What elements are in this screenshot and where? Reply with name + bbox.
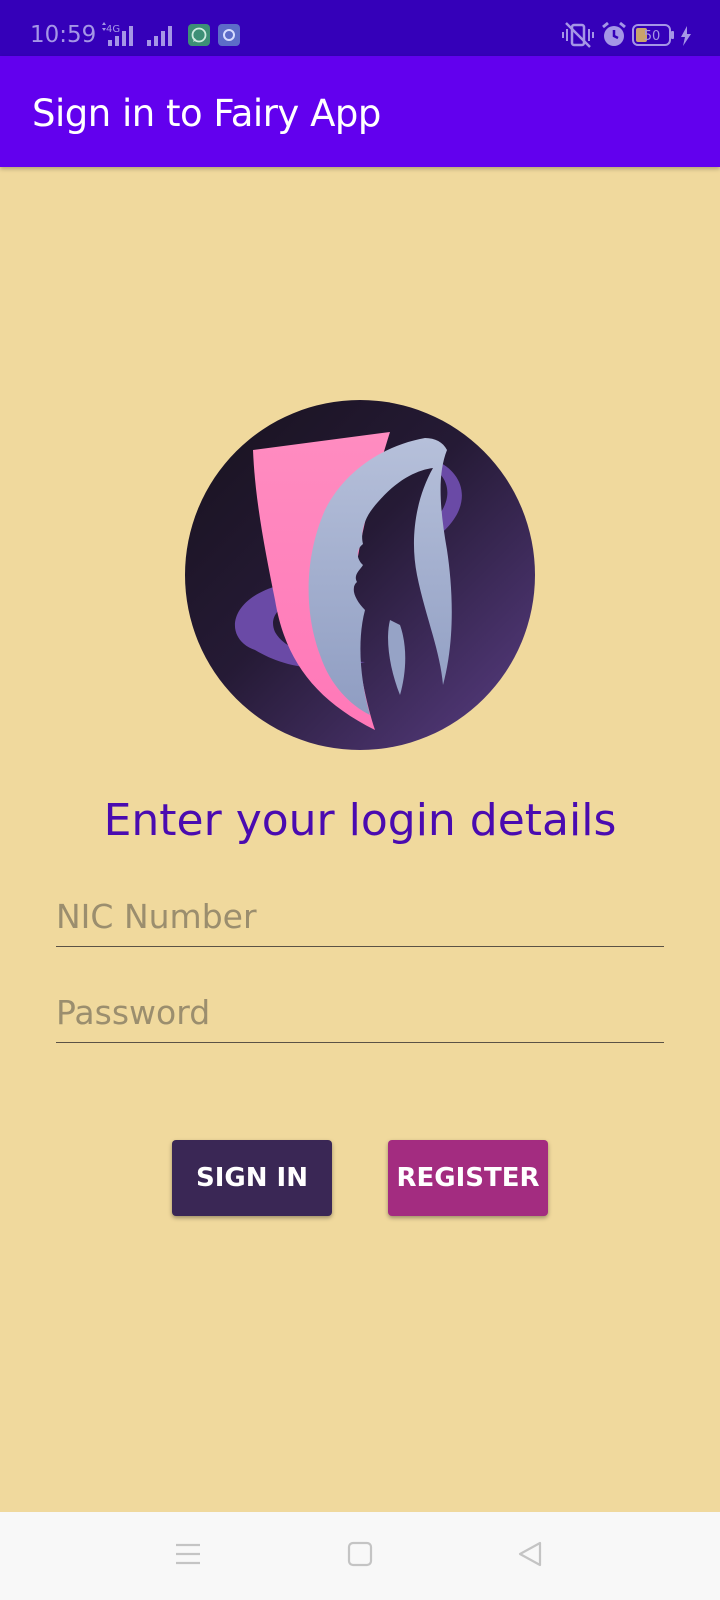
system-nav-bar <box>0 1512 720 1600</box>
sign-in-button[interactable]: SIGN IN <box>172 1140 332 1216</box>
nic-number-field[interactable] <box>56 886 664 947</box>
charging-icon <box>681 26 691 46</box>
nic-number-input[interactable] <box>56 886 664 946</box>
login-heading: Enter your login details <box>103 795 617 846</box>
register-button[interactable]: REGISTER <box>388 1140 548 1216</box>
password-input[interactable] <box>56 982 664 1042</box>
vibrate-silent-icon <box>562 22 594 48</box>
network-label: 4G <box>106 24 120 35</box>
password-field[interactable] <box>56 982 664 1043</box>
back-icon[interactable] <box>516 1540 544 1568</box>
whatsapp-icon <box>188 24 210 46</box>
alarm-icon <box>602 21 626 46</box>
fairy-app-logo <box>185 400 535 750</box>
signal-icon <box>147 26 172 46</box>
app-title: Sign in to Fairy App <box>32 92 381 135</box>
home-icon[interactable] <box>346 1540 374 1568</box>
battery-icon: 50 <box>632 24 674 46</box>
status-time: 10:59 <box>30 22 97 48</box>
battery-level: 50 <box>644 29 661 44</box>
app-bar: Sign in to Fairy App <box>0 56 720 167</box>
network-4g-icon: 4G <box>102 22 133 46</box>
status-bar: 10:59 4G 50 <box>0 0 720 56</box>
menu-icon[interactable] <box>174 1540 202 1568</box>
app-notification-icon <box>218 24 240 46</box>
